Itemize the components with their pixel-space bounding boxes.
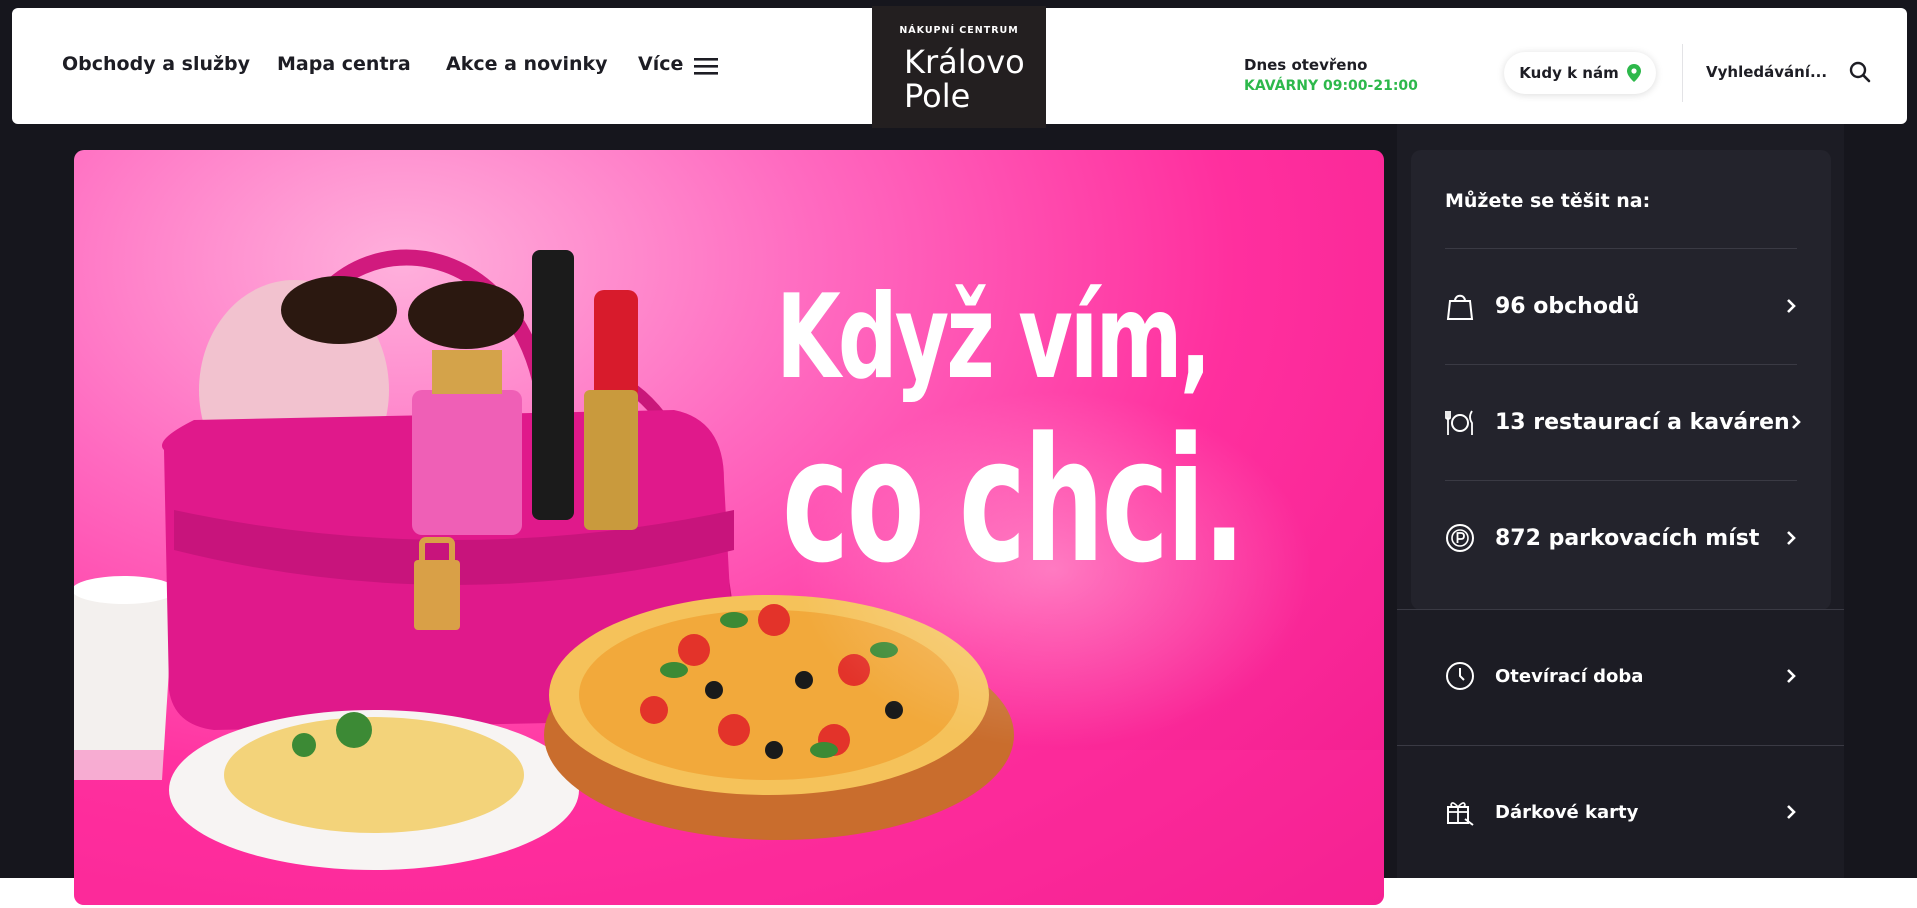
chevron-right-icon <box>1791 415 1801 429</box>
directions-label: Kudy k nám <box>1519 64 1619 82</box>
stat-restaurants-label: 13 restaurací a kaváren <box>1495 409 1790 435</box>
hero-banner[interactable]: Když vím, co chci. <box>74 150 1384 905</box>
chevron-right-icon <box>1787 531 1796 545</box>
divider <box>1397 609 1844 610</box>
stat-parking-label: 872 parkovacích míst <box>1495 525 1760 551</box>
nav-more[interactable]: Více <box>638 53 683 75</box>
chevron-right-icon <box>1787 299 1796 313</box>
chevron-right-icon <box>1787 805 1796 819</box>
hero-headline-line-2: co chci. <box>782 400 1246 601</box>
header-divider <box>1682 44 1683 102</box>
hero-headline-line-1: Když vím, <box>776 270 1211 405</box>
hours-title: Dnes otevřeno <box>1244 56 1368 74</box>
logo-name: Královo Pole <box>872 45 1046 113</box>
opening-hours-label: Otevírací doba <box>1495 665 1644 687</box>
stat-restaurants[interactable]: 13 restaurací a kaváren <box>1445 402 1801 442</box>
clock-icon <box>1446 662 1474 690</box>
directions-button[interactable]: Kudy k nám <box>1504 52 1656 94</box>
stat-parking[interactable]: 872 parkovacích míst <box>1445 518 1797 558</box>
stat-shops[interactable]: 96 obchodů <box>1445 286 1797 326</box>
logo-line-1: Královo <box>904 43 1025 81</box>
link-opening-hours[interactable]: Otevírací doba <box>1445 656 1797 696</box>
gift-card-icon <box>1447 802 1474 826</box>
stat-shops-label: 96 obchodů <box>1495 293 1640 319</box>
logo-subtitle: NÁKUPNÍ CENTRUM <box>899 25 1019 36</box>
link-gift-cards[interactable]: Dárkové karty <box>1445 792 1797 832</box>
logo[interactable]: NÁKUPNÍ CENTRUM Královo Pole <box>872 6 1046 128</box>
search-icon[interactable] <box>1848 60 1872 84</box>
hamburger-menu-icon[interactable] <box>694 54 718 78</box>
divider <box>1445 364 1797 365</box>
nav-events-news[interactable]: Akce a novinky <box>446 53 608 75</box>
highlights-title: Můžete se těšit na: <box>1445 190 1651 212</box>
parking-icon <box>1446 524 1474 552</box>
nav-shops-services[interactable]: Obchody a služby <box>62 53 250 75</box>
map-pin-icon <box>1626 64 1641 82</box>
hours-value: KAVÁRNY 09:00-21:00 <box>1244 78 1418 94</box>
divider <box>1445 248 1797 249</box>
chevron-right-icon <box>1787 669 1796 683</box>
plate-cutlery-icon <box>1445 410 1473 435</box>
shopping-bag-icon <box>1446 294 1474 320</box>
divider <box>1445 480 1797 481</box>
nav-center-map[interactable]: Mapa centra <box>277 53 411 75</box>
gift-cards-label: Dárkové karty <box>1495 801 1639 823</box>
search-input[interactable] <box>1706 60 1836 84</box>
divider <box>1397 745 1844 746</box>
logo-line-2: Pole <box>904 77 971 115</box>
